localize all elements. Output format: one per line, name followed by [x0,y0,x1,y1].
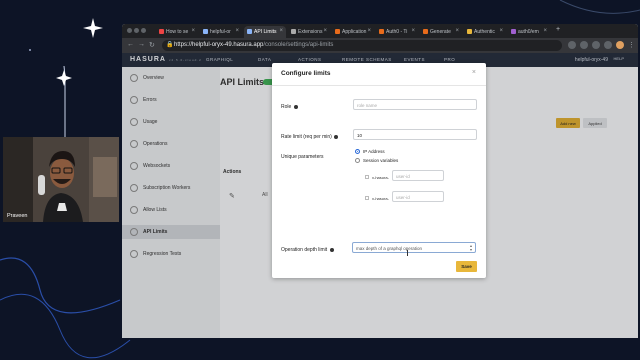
browser-tab[interactable]: auth0/em × [508,26,550,38]
session-variables-radio[interactable] [355,158,360,163]
session-var-checkbox[interactable] [365,196,369,200]
ip-address-radio[interactable] [355,149,360,154]
session-var-checkbox[interactable] [365,175,369,179]
sparkle-icon [83,18,103,38]
operation-depth-label: Operation depth limit [281,247,334,253]
modal-title: Configure limits [281,70,331,77]
maximize-window-dot[interactable] [141,28,146,33]
info-icon [293,104,298,109]
avatar[interactable] [616,41,624,49]
minimize-window-dot[interactable] [134,28,139,33]
extension-icon[interactable] [580,41,588,49]
session-var-input[interactable]: user-id [392,170,444,181]
info-icon [334,134,339,139]
browser-tab[interactable]: Generate × [420,26,462,38]
lock-icon: 🔒 [166,42,174,48]
menu-icon[interactable]: ⋮ [628,41,635,49]
close-icon[interactable]: × [472,69,476,76]
header-prefix: x-hasura- [372,175,389,180]
presenter-name: Praveen [7,213,28,219]
new-tab-icon[interactable]: + [556,26,560,33]
extension-icon[interactable] [568,41,576,49]
browser-tab[interactable]: Authentic × [464,26,506,38]
browser-tab[interactable]: helpful-or × [200,26,242,38]
presenter-video [3,137,119,222]
save-button[interactable]: Save [456,261,477,272]
role-label: Role [281,104,298,110]
browser-tab-active[interactable]: API Limits × [244,26,286,38]
reload-icon[interactable]: ↻ [149,41,155,49]
role-input[interactable]: role name [353,99,477,110]
browser-tab[interactable]: Application × [332,26,374,38]
forward-icon[interactable]: → [138,41,145,48]
browser-window: How to se × helpful-or × API Limits × Exten… [122,24,638,338]
comet-line [63,65,66,140]
browser-tab[interactable]: Extensions × [288,26,330,38]
configure-limits-modal: Configure limits × Role role name Rate l… [272,63,486,278]
header-prefix: x-hasura- [372,196,389,201]
operation-depth-input[interactable]: max depth of a graphql operation ▴ ▾ [352,242,476,253]
unique-parameters-label: Unique parameters [281,154,324,160]
browser-tab[interactable]: How to se × [156,26,198,38]
back-icon[interactable]: ← [127,41,134,48]
webcam-feed: Praveen [3,137,119,222]
text-cursor [407,250,408,256]
session-variables-label: Session variables [363,158,399,163]
extension-icon[interactable] [604,41,612,49]
browser-tab[interactable]: Auth0 - Ti × [376,26,418,38]
rate-limit-label: Rate limit (req per min) [281,134,339,140]
url-input[interactable]: 🔒 https://helpful-oryx-49.hasura.app/con… [162,40,562,51]
divider [272,85,486,86]
stepper-icon[interactable]: ▴ ▾ [470,244,472,252]
sparkle-icon [56,70,72,86]
puzzle-icon[interactable] [592,41,600,49]
ip-address-label: IP Address [363,149,385,154]
session-var-input[interactable]: user-id [392,191,444,202]
tab-strip: How to se × helpful-or × API Limits × Exten… [122,24,638,38]
close-window-dot[interactable] [127,28,132,33]
rate-limit-input[interactable]: 10 [353,129,477,140]
info-icon [329,247,334,252]
address-bar: ← → ↻ 🔒 https://helpful-oryx-49.hasura.a… [122,38,638,53]
